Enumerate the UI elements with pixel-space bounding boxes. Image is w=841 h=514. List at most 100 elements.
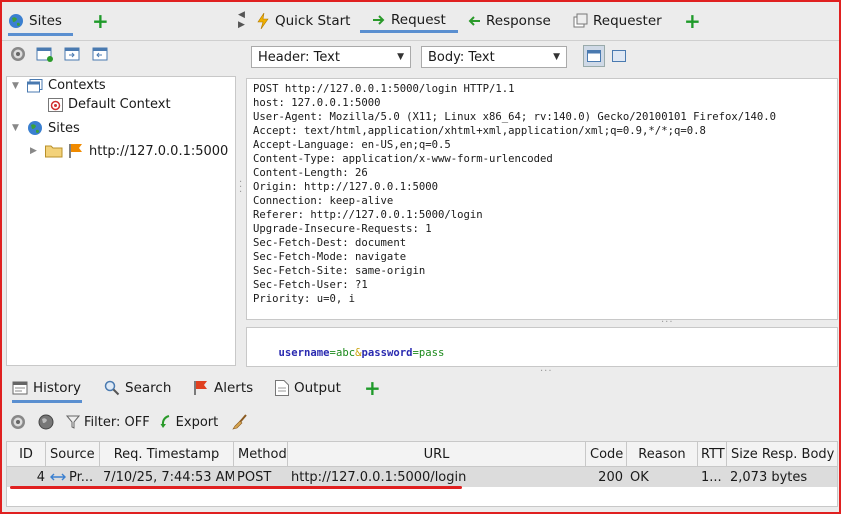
tab-requester-label: Requester bbox=[593, 13, 662, 29]
cell-source: Pr... bbox=[50, 468, 100, 486]
tree-node-site[interactable]: ▶ http://127.0.0.1:5000 bbox=[30, 143, 228, 159]
tab-response[interactable]: Response bbox=[467, 9, 551, 33]
layout-toggle-tabs[interactable] bbox=[609, 47, 629, 65]
request-header-line: POST http://127.0.0.1:5000/login HTTP/1.… bbox=[253, 83, 515, 95]
cell-code: 200 bbox=[598, 469, 623, 485]
panel-collapse-arrows[interactable]: ◀ ▶ bbox=[238, 10, 245, 30]
target-icon[interactable] bbox=[10, 46, 26, 62]
column-header-source[interactable]: Source bbox=[46, 442, 100, 466]
column-header-size[interactable]: Size Resp. Body bbox=[727, 442, 837, 466]
request-header-text: POST http://127.0.0.1:5000/login HTTP/1.… bbox=[253, 82, 776, 306]
annotation-underline bbox=[10, 486, 462, 489]
request-header-panel[interactable]: POST http://127.0.0.1:5000/login HTTP/1.… bbox=[246, 78, 838, 320]
tab-alerts[interactable]: Alerts bbox=[193, 376, 253, 400]
column-header-id[interactable]: ID bbox=[7, 442, 46, 466]
request-header-line: Origin: http://127.0.0.1:5000 bbox=[253, 181, 438, 193]
cell-source-text: Pr... bbox=[69, 469, 94, 485]
import-context-icon[interactable] bbox=[64, 46, 82, 62]
tree-node-default-context-label: Default Context bbox=[68, 97, 171, 112]
tab-request-label: Request bbox=[391, 11, 446, 28]
tab-output-label: Output bbox=[294, 380, 341, 396]
export-context-icon[interactable] bbox=[92, 46, 110, 62]
tab-history[interactable]: History bbox=[12, 376, 82, 403]
filter-label[interactable]: Filter: OFF bbox=[84, 415, 150, 430]
tab-quick-start[interactable]: Quick Start bbox=[256, 9, 350, 33]
tab-quick-start-label: Quick Start bbox=[275, 13, 351, 29]
request-header-line: Upgrade-Insecure-Requests: 1 bbox=[253, 223, 432, 235]
header-view-select[interactable]: Header: Text ▼ bbox=[251, 46, 411, 68]
history-icon bbox=[12, 380, 28, 396]
tree-node-sites[interactable]: ▼ Sites bbox=[12, 120, 80, 136]
cell-size: 2,073 bytes bbox=[730, 469, 808, 485]
tab-history-label: History bbox=[33, 380, 82, 396]
request-header-line: User-Agent: Mozilla/5.0 (X11; Linux x86_… bbox=[253, 111, 776, 123]
body-param-value: abc bbox=[335, 347, 356, 359]
broom-icon[interactable] bbox=[232, 414, 248, 430]
column-header-rtt[interactable]: RTT bbox=[698, 442, 727, 466]
tree-node-sites-label: Sites bbox=[48, 120, 80, 136]
body-param-key: username bbox=[278, 347, 330, 359]
tree-node-contexts-label: Contexts bbox=[48, 78, 106, 93]
cell-rtt: 1... bbox=[701, 469, 722, 485]
export-label[interactable]: Export bbox=[176, 415, 219, 430]
column-header-reason[interactable]: Reason bbox=[627, 442, 698, 466]
sites-toolbar bbox=[10, 46, 110, 62]
export-icon[interactable] bbox=[160, 414, 172, 430]
collapse-arrow-icon[interactable]: ▶ bbox=[30, 146, 40, 156]
context-target-icon bbox=[48, 97, 63, 112]
request-header-line: host: 127.0.0.1:5000 bbox=[253, 97, 381, 109]
tab-sites[interactable]: Sites bbox=[8, 9, 73, 36]
request-header-line: Content-Type: application/x-www-form-url… bbox=[253, 153, 553, 165]
alert-flags-icon bbox=[193, 380, 209, 396]
column-header-timestamp[interactable]: Req. Timestamp bbox=[100, 442, 234, 466]
search-icon bbox=[104, 380, 120, 396]
output-icon bbox=[275, 380, 289, 396]
request-header-line: Connection: keep-alive bbox=[253, 195, 394, 207]
cell-id: 4 bbox=[36, 469, 45, 485]
expand-arrow-icon[interactable]: ▼ bbox=[12, 81, 22, 91]
tab-response-label: Response bbox=[486, 13, 551, 29]
add-bottom-tab-icon[interactable]: + bbox=[364, 378, 381, 398]
column-header-method[interactable]: Method bbox=[234, 442, 288, 466]
tab-request[interactable]: Request bbox=[360, 9, 458, 33]
globe-icon bbox=[8, 13, 24, 29]
tab-search[interactable]: Search bbox=[104, 376, 171, 400]
tree-node-contexts[interactable]: ▼ Contexts bbox=[12, 78, 106, 93]
expand-arrow-icon[interactable]: ▼ bbox=[12, 123, 22, 133]
cell-method: POST bbox=[237, 469, 272, 485]
request-header-line: Priority: u=0, i bbox=[253, 293, 356, 305]
cell-url: http://127.0.0.1:5000/login bbox=[291, 469, 467, 485]
tab-alerts-label: Alerts bbox=[214, 380, 254, 396]
proxy-arrows-icon bbox=[50, 472, 66, 482]
request-header-line: Referer: http://127.0.0.1:5000/login bbox=[253, 209, 483, 221]
body-param-value: pass bbox=[418, 347, 445, 359]
tree-node-default-context[interactable]: Default Context bbox=[48, 97, 171, 112]
tab-requester[interactable]: Requester bbox=[572, 9, 662, 33]
scope-globe-icon[interactable] bbox=[38, 414, 54, 430]
request-header-line: Sec-Fetch-Mode: navigate bbox=[253, 251, 407, 263]
column-header-url[interactable]: URL bbox=[288, 442, 586, 466]
split-layout-icon bbox=[587, 50, 601, 62]
request-body-panel[interactable]: username=abc&password=pass bbox=[246, 327, 838, 367]
main-split-handle[interactable]: ··· bbox=[540, 366, 553, 377]
body-view-select-value: Body: Text bbox=[428, 49, 495, 65]
body-view-select[interactable]: Body: Text ▼ bbox=[421, 46, 567, 68]
alert-flag-icon bbox=[68, 143, 84, 159]
tree-node-site-label: http://127.0.0.1:5000 bbox=[89, 143, 229, 159]
folder-icon bbox=[45, 144, 63, 158]
tab-output[interactable]: Output bbox=[275, 376, 341, 400]
add-workspace-tab-icon[interactable]: + bbox=[684, 11, 701, 31]
cell-reason: OK bbox=[630, 469, 649, 485]
request-header-line: Content-Length: 26 bbox=[253, 167, 368, 179]
target-icon[interactable] bbox=[10, 414, 26, 430]
layout-toggle-split[interactable] bbox=[583, 45, 605, 67]
vertical-split-handle[interactable]: · · · bbox=[239, 178, 243, 198]
requester-icon bbox=[572, 13, 588, 29]
new-context-icon[interactable] bbox=[36, 46, 54, 62]
globe-icon bbox=[27, 120, 43, 136]
filter-icon[interactable] bbox=[66, 414, 80, 430]
tabs-layout-icon bbox=[612, 50, 626, 62]
column-header-code[interactable]: Code bbox=[586, 442, 627, 466]
add-sites-tab-icon[interactable]: + bbox=[92, 11, 109, 31]
history-toolbar: Filter: OFF Export bbox=[10, 410, 248, 434]
